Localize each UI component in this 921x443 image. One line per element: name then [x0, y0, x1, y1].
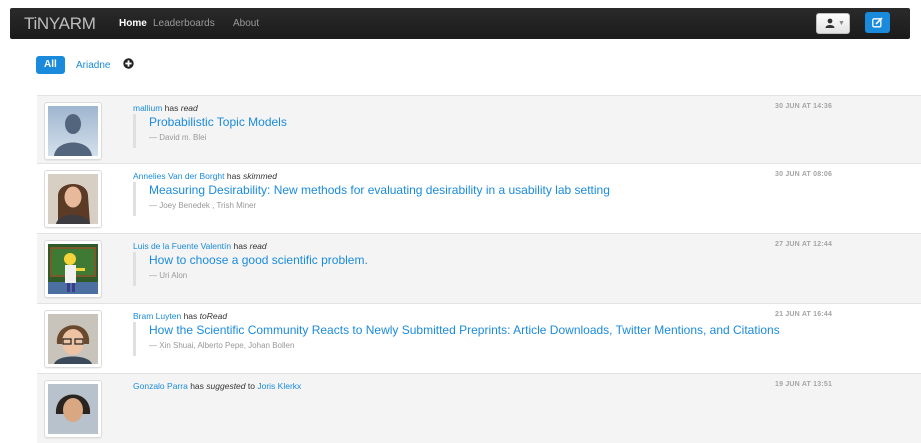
filter-user-button[interactable]: Ariadne — [76, 60, 110, 71]
actor-line: mallium has read — [133, 103, 198, 113]
actor-line: Gonzalo Parra has suggested to Joris Kle… — [133, 381, 301, 391]
action-text: read — [249, 241, 267, 251]
avatar[interactable] — [44, 170, 102, 228]
paper-title-link[interactable]: How to choose a good scientific problem. — [149, 252, 368, 268]
paper-authors: — David m. Blei — [149, 133, 207, 142]
avatar[interactable] — [44, 240, 102, 298]
edit-icon — [872, 17, 883, 28]
chevron-down-icon: ▼ — [838, 20, 845, 27]
nav-home[interactable]: Home — [119, 18, 147, 29]
verb-text: has — [190, 381, 204, 391]
actor-link[interactable]: mallium — [133, 103, 162, 113]
verb-text: has — [233, 241, 248, 251]
avatar[interactable] — [44, 380, 102, 438]
actor-line: Annelies Van der Borght has skimmed — [133, 171, 277, 181]
timestamp: 27 JUN AT 12:44 — [775, 241, 833, 248]
plus-circle-icon[interactable] — [123, 58, 134, 69]
verb-text: has — [164, 103, 179, 113]
paper-quote: Measuring Desirability: New methods for … — [133, 182, 610, 216]
actor-link[interactable]: Luis de la Fuente Valentín — [133, 241, 231, 251]
avatar[interactable] — [44, 310, 102, 368]
actor-line: Luis de la Fuente Valentín has read — [133, 241, 267, 251]
verb-text: has — [183, 311, 198, 321]
feed-item: Gonzalo Parra has suggested to Joris Kle… — [37, 373, 921, 443]
actor-link[interactable]: Annelies Van der Borght — [133, 171, 225, 181]
nav-leaderboards[interactable]: Leaderboards — [153, 18, 215, 29]
photo-avatar-icon — [48, 174, 98, 224]
action-text: skimmed — [242, 171, 277, 181]
feed-item: Annelies Van der Borght has skimmed Meas… — [37, 163, 921, 233]
actor-line: Bram Luyten has toRead — [133, 311, 227, 321]
feed-item: Bram Luyten has toRead How the Scientifi… — [37, 303, 921, 373]
paper-title-link[interactable]: How the Scientific Community Reacts to N… — [149, 322, 780, 338]
paper-authors: — Xin Shuai, Alberto Pepe, Johan Bollen — [149, 341, 295, 350]
top-navbar: TiNYARM Home Leaderboards About ▼ — [10, 8, 910, 39]
timestamp: 21 JUN AT 16:44 — [775, 311, 833, 318]
brand-logo[interactable]: TiNYARM — [24, 14, 96, 34]
paper-quote: How the Scientific Community Reacts to N… — [133, 322, 780, 356]
timestamp: 19 JUN AT 13:51 — [775, 381, 833, 388]
paper-quote: Probabilistic Topic Models — David m. Bl… — [133, 114, 287, 148]
timestamp: 30 JUN AT 08:06 — [775, 171, 833, 178]
activity-feed: mallium has read Probabilistic Topic Mod… — [37, 95, 921, 443]
timestamp: 30 JUN AT 14:36 — [775, 103, 833, 110]
compose-button[interactable] — [865, 12, 890, 33]
actor-link[interactable]: Gonzalo Parra — [133, 381, 188, 391]
feed-item: mallium has read Probabilistic Topic Mod… — [37, 95, 921, 163]
avatar[interactable] — [44, 102, 102, 160]
verb-text: has — [226, 171, 241, 181]
target-user-link[interactable]: Joris Klerkx — [257, 381, 301, 391]
paper-quote: How to choose a good scientific problem.… — [133, 252, 368, 286]
paper-title-link[interactable]: Measuring Desirability: New methods for … — [149, 182, 610, 198]
default-avatar-icon — [48, 106, 98, 156]
paper-authors: — Joey Benedek , Trish Miner — [149, 201, 257, 210]
action-text: suggested — [206, 381, 246, 391]
action-text: toRead — [199, 311, 228, 321]
photo-avatar-icon — [48, 384, 98, 434]
user-menu-button[interactable]: ▼ — [816, 13, 850, 34]
feed-item: Luis de la Fuente Valentín has read How … — [37, 233, 921, 303]
paper-title-link[interactable]: Probabilistic Topic Models — [149, 114, 287, 130]
actor-link[interactable]: Bram Luyten — [133, 311, 181, 321]
photo-avatar-icon — [48, 314, 98, 364]
paper-authors: — Uri Alon — [149, 271, 188, 280]
action-text: read — [180, 103, 198, 113]
preposition-text: to — [247, 381, 255, 391]
filter-all-button[interactable]: All — [36, 56, 65, 74]
user-icon — [825, 18, 835, 28]
cartoon-avatar-icon — [48, 244, 98, 294]
nav-about[interactable]: About — [233, 18, 259, 29]
